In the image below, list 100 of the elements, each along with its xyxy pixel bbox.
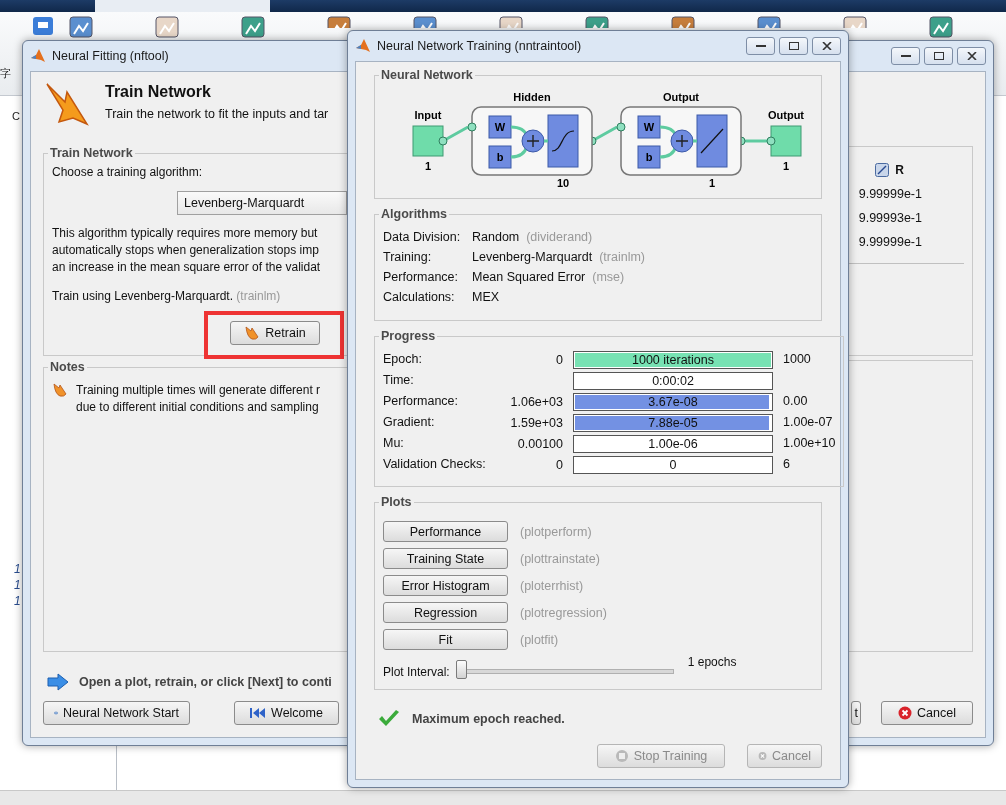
note-text: Training multiple times will generate different r [76, 382, 321, 399]
panel-title: Algorithms [380, 207, 448, 221]
app-icon[interactable] [326, 16, 352, 28]
app-icon[interactable] [68, 16, 94, 38]
maximize-button[interactable] [924, 47, 953, 65]
panel-title: Notes [49, 360, 86, 374]
field-value: Random (dividerand) [472, 229, 594, 246]
column-header: R [895, 163, 904, 177]
prompt-text: Choose a training algorithm: [52, 164, 203, 181]
app-icon[interactable] [412, 16, 438, 28]
table-cell: 9.99993e-1 [858, 211, 922, 225]
app-icon[interactable] [240, 16, 266, 38]
panel-title: Progress [380, 329, 437, 343]
start-value: 1.06e+03 [509, 395, 563, 409]
layer-size: 10 [556, 177, 570, 189]
node-size: 1 [782, 160, 790, 172]
app-icon[interactable] [756, 16, 782, 28]
minimize-icon [900, 54, 911, 58]
start-value: 0 [555, 458, 563, 472]
train-using-text: Train using Levenberg-Marquardt. (trainlm) [52, 288, 281, 305]
matlab-logo-icon [30, 48, 46, 64]
workspace-value: 1 [14, 562, 22, 576]
arrow-right-icon [47, 673, 69, 691]
weight-label: W [643, 121, 655, 133]
progress-label: Time: [383, 372, 415, 389]
maximize-icon [933, 52, 944, 60]
field-label: Training: [383, 249, 433, 266]
plot-link-icon[interactable] [875, 163, 890, 177]
slider-thumb[interactable] [455, 659, 467, 679]
retrain-button[interactable]: Retrain [230, 321, 320, 345]
app-icon[interactable] [30, 16, 56, 36]
workspace-value: 1 [14, 578, 22, 592]
description-text: an increase in the mean square error of the validat [52, 259, 321, 276]
progress-value: 0 [668, 457, 678, 473]
app-icon[interactable] [928, 16, 954, 38]
interval-slider[interactable] [455, 659, 674, 680]
instruction-text: Open a plot, retrain, or click [Next] to conti [79, 675, 332, 689]
plot-button[interactable]: Fit [383, 629, 508, 650]
page-subtitle: Train the network to fit the inputs and tar [105, 107, 329, 121]
close-icon [966, 52, 977, 60]
window-title: Neural Network Training (nntraintool) [377, 39, 582, 53]
layer-title: Hidden [513, 91, 551, 103]
next-button[interactable]: t [851, 701, 861, 725]
field-value: Mean Squared Error (mse) [472, 269, 626, 286]
maximize-button[interactable] [779, 37, 808, 55]
plot-button[interactable]: Regression [383, 602, 508, 623]
progress-value: 1000 iterations [631, 352, 715, 368]
close-button[interactable] [957, 47, 986, 65]
cancel-button[interactable]: Cancel [881, 701, 973, 725]
weight-label: W [494, 121, 506, 133]
progress-value: 7.88e-05 [647, 415, 699, 431]
minimize-button[interactable] [891, 47, 920, 65]
panel-title: Neural Network [380, 68, 474, 82]
close-button[interactable] [812, 37, 841, 55]
start-button[interactable]: Neural Network Start [43, 701, 190, 725]
plot-function: (plotfit) [520, 632, 559, 647]
progress-label: Performance: [383, 393, 460, 410]
plot-button[interactable]: Performance [383, 521, 508, 542]
progress-value: 1.00e-06 [647, 436, 699, 452]
progress-label: Mu: [383, 435, 405, 452]
panel-title: Plots [380, 495, 413, 509]
node-label: Output [768, 109, 804, 121]
check-icon [378, 710, 400, 728]
end-value: 1.00e+10 [783, 435, 836, 452]
end-value: 0.00 [783, 393, 809, 410]
progress-value: 3.67e-08 [647, 394, 699, 410]
app-icon[interactable] [584, 16, 610, 28]
welcome-button[interactable]: Welcome [234, 701, 339, 725]
field-label: Calculations: [383, 289, 456, 306]
description-text: automatically stops when generalization stops imp [52, 242, 319, 259]
layer-title: Output [663, 91, 699, 103]
node-size: 1 [424, 160, 432, 172]
bias-label: b [496, 151, 504, 163]
app-icon[interactable] [842, 16, 868, 28]
window-title: Neural Fitting (nftool) [52, 49, 169, 63]
table-cell: 9.99999e-1 [858, 235, 922, 249]
field-label: Data Division: [383, 229, 462, 246]
minimize-button[interactable] [746, 37, 775, 55]
interval-label: Plot Interval: [383, 664, 450, 681]
maximize-icon [788, 42, 799, 50]
end-value: 6 [783, 456, 791, 473]
plot-button[interactable]: Training State [383, 548, 508, 569]
matlab-logo-icon [355, 38, 371, 54]
app-icon[interactable] [154, 16, 180, 38]
app-icon[interactable] [498, 16, 524, 28]
interval-reading: 1 epochs [687, 654, 737, 671]
field-value: MEX [472, 289, 501, 306]
field-label: Performance: [383, 269, 460, 286]
description-text: This algorithm typically requires more memory but [52, 225, 318, 242]
progress-value: 0:00:02 [651, 373, 695, 389]
note-text: due to different initial conditions and sampling [76, 399, 319, 416]
plot-button[interactable]: Error Histogram [383, 575, 508, 596]
start-value: 1.59e+03 [509, 416, 563, 430]
retrain-icon [244, 325, 261, 341]
workspace-value: 1 [14, 594, 22, 608]
page-title: Train Network [105, 83, 212, 101]
app-icon[interactable] [670, 16, 696, 28]
field-value: Levenberg-Marquardt (trainlm) [472, 249, 646, 266]
algorithm-dropdown[interactable]: Levenberg-Marquardt [177, 191, 347, 215]
cancel-icon [898, 706, 913, 720]
